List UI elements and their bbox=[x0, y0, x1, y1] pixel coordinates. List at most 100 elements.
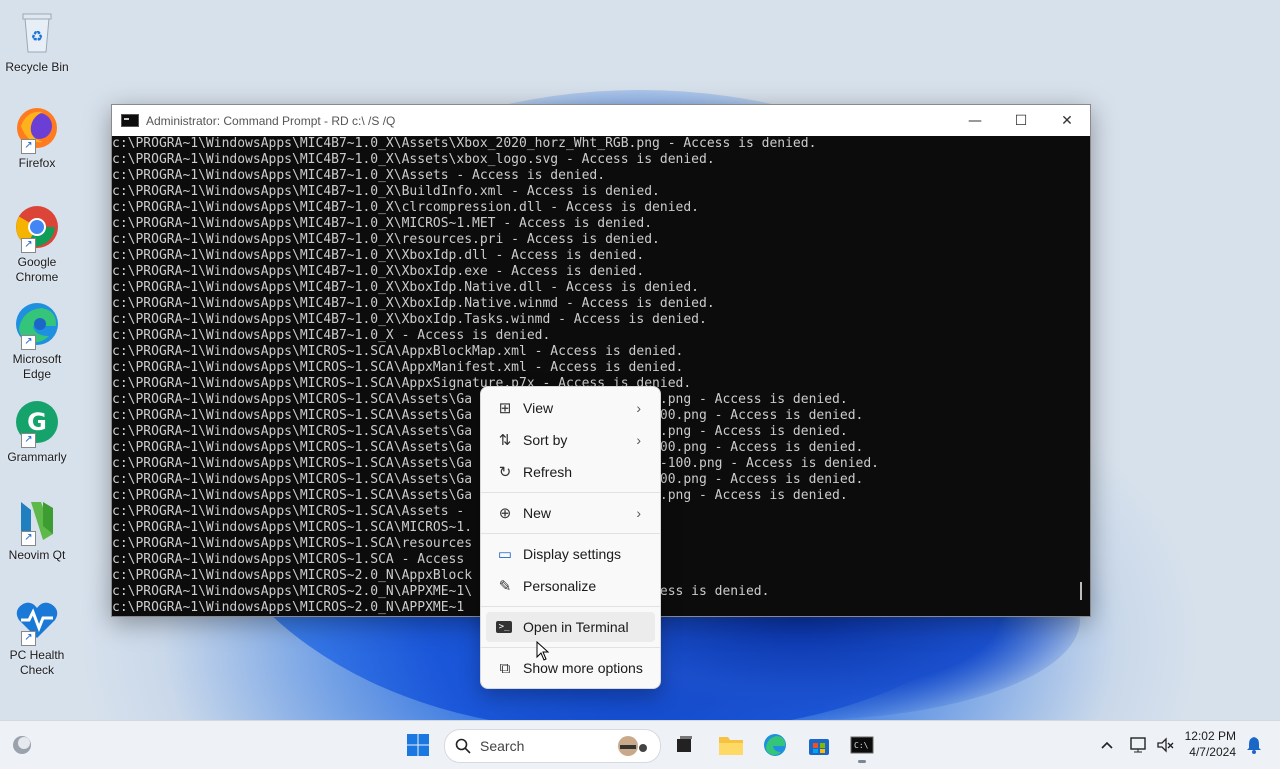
scrollbar-thumb[interactable] bbox=[1080, 582, 1082, 600]
shortcut-arrow-icon: ↗ bbox=[21, 335, 36, 350]
terminal-line: c:\PROGRA~1\WindowsApps\MIC4B7~1.0_X\Ass… bbox=[112, 168, 606, 183]
desktop-context-menu: ⊞ View › ⇅ Sort by › ↻ Refresh ⊕ New › ▭… bbox=[480, 386, 661, 689]
desktop-icon-label: Neovim Qt bbox=[8, 548, 66, 562]
notification-bell-icon[interactable] bbox=[1240, 731, 1268, 759]
search-icon bbox=[455, 738, 471, 754]
edge-icon: ↗ bbox=[13, 300, 61, 350]
terminal-line: c:\PROGRA~1\WindowsApps\MIC4B7~1.0_X\clr… bbox=[112, 200, 699, 215]
health-heart-icon: ↗ bbox=[13, 596, 61, 646]
menu-separator bbox=[481, 492, 660, 493]
search-highlight-icon bbox=[618, 736, 647, 756]
volume-muted-icon[interactable] bbox=[1151, 731, 1179, 759]
task-view-icon[interactable] bbox=[670, 731, 698, 759]
maximize-button[interactable]: ☐ bbox=[998, 105, 1044, 136]
desktop-icon-pc-health-check[interactable]: ↗ PC Health Check bbox=[2, 596, 72, 678]
menu-item-label: New bbox=[523, 505, 552, 521]
terminal-line: c:\PROGRA~1\WindowsApps\MIC4B7~1.0_X\Xbo… bbox=[112, 264, 645, 279]
menu-item-label: View bbox=[523, 400, 554, 416]
menu-item-new[interactable]: ⊕ New › bbox=[486, 498, 655, 528]
grammarly-icon: G ↗ bbox=[13, 398, 61, 448]
window-titlebar[interactable]: Administrator: Command Prompt - RD c:\ /… bbox=[112, 105, 1090, 136]
sort-icon: ⇅ bbox=[498, 432, 512, 449]
taskbar-search-box[interactable]: Search bbox=[444, 729, 661, 763]
microsoft-store-icon[interactable] bbox=[805, 731, 833, 759]
refresh-icon: ↻ bbox=[498, 464, 512, 481]
terminal-line: c:\PROGRA~1\WindowsApps\MICROS~1.SCA\App… bbox=[112, 344, 684, 359]
display-icon: ▭ bbox=[497, 546, 513, 563]
menu-item-label: Open in Terminal bbox=[523, 619, 629, 635]
mouse-pointer-icon bbox=[536, 641, 550, 661]
chevron-up-icon[interactable] bbox=[1093, 731, 1121, 759]
desktop-icon-grammarly[interactable]: G ↗ Grammarly bbox=[2, 398, 72, 465]
recycle-bin-icon: ♻ bbox=[13, 8, 61, 56]
terminal-line: c:\PROGRA~1\WindowsApps\MIC4B7~1.0_X\Ass… bbox=[112, 136, 817, 151]
menu-item-label: Show more options bbox=[523, 660, 643, 676]
menu-item-label: Display settings bbox=[523, 546, 622, 562]
taskbar-clock[interactable]: 12:02 PM 4/7/2024 bbox=[1185, 728, 1236, 760]
terminal-line: c:\PROGRA~1\WindowsApps\MIC4B7~1.0_X\Xbo… bbox=[112, 296, 715, 311]
menu-item-label: Refresh bbox=[523, 464, 573, 480]
taskbar: Search C:\ 12:02 PM 4/7/2024 bbox=[0, 720, 1280, 769]
edge-taskbar-icon[interactable] bbox=[761, 731, 789, 759]
menu-separator bbox=[481, 533, 660, 534]
firefox-icon: ↗ bbox=[13, 104, 61, 154]
chevron-right-icon: › bbox=[636, 505, 641, 521]
terminal-line: c:\PROGRA~1\WindowsApps\MIC4B7~1.0_X\Xbo… bbox=[112, 312, 707, 327]
menu-item-view[interactable]: ⊞ View › bbox=[486, 393, 655, 423]
desktop-icon-chrome[interactable]: ↗ Google Chrome bbox=[2, 203, 72, 285]
search-placeholder: Search bbox=[480, 738, 525, 754]
command-prompt-taskbar-icon[interactable]: C:\ bbox=[848, 731, 876, 763]
file-explorer-icon[interactable] bbox=[717, 731, 745, 759]
clock-time: 12:02 PM bbox=[1184, 729, 1236, 743]
desktop-icon-edge[interactable]: ↗ Microsoft Edge bbox=[2, 300, 72, 382]
terminal-line: c:\PROGRA~1\WindowsApps\MICROS~1.SCA\App… bbox=[112, 360, 684, 375]
shortcut-arrow-icon: ↗ bbox=[21, 433, 36, 448]
desktop-icon-label: Microsoft Edge bbox=[12, 352, 62, 381]
terminal-line: c:\PROGRA~1\WindowsApps\MIC4B7~1.0_X\res… bbox=[112, 232, 660, 247]
more-options-icon: ⧉ bbox=[499, 659, 511, 677]
shortcut-arrow-icon: ↗ bbox=[21, 238, 36, 253]
terminal-line: c:\PROGRA~1\WindowsApps\MIC4B7~1.0_X\Xbo… bbox=[112, 248, 645, 263]
menu-item-label: Personalize bbox=[523, 578, 597, 594]
chrome-icon: ↗ bbox=[13, 203, 61, 253]
terminal-line: c:\PROGRA~1\WindowsApps\MIC4B7~1.0_X - A… bbox=[112, 328, 551, 343]
menu-separator bbox=[481, 606, 660, 607]
desktop-icon-label: Recycle Bin bbox=[5, 60, 69, 74]
minimize-button[interactable]: — bbox=[952, 105, 998, 136]
desktop-icon-label: PC Health Check bbox=[9, 648, 65, 677]
menu-separator bbox=[481, 647, 660, 648]
menu-item-show-more-options[interactable]: ⧉ Show more options bbox=[486, 653, 655, 683]
terminal-icon: >_ bbox=[496, 621, 512, 633]
terminal-line: c:\PROGRA~1\WindowsApps\MIC4B7~1.0_X\Xbo… bbox=[112, 280, 699, 295]
desktop-icon-recycle-bin[interactable]: ♻ Recycle Bin bbox=[2, 8, 72, 75]
start-button[interactable] bbox=[404, 731, 432, 759]
terminal-line: c:\PROGRA~1\WindowsApps\MIC4B7~1.0_X\MIC… bbox=[112, 216, 653, 231]
plus-circle-icon: ⊕ bbox=[498, 505, 512, 522]
widgets-icon[interactable] bbox=[8, 731, 36, 759]
menu-item-open-in-terminal[interactable]: >_ Open in Terminal bbox=[486, 612, 655, 642]
svg-text:C:\: C:\ bbox=[854, 741, 869, 750]
running-indicator bbox=[858, 760, 866, 763]
menu-item-label: Sort by bbox=[523, 432, 568, 448]
neovim-icon: ↗ bbox=[13, 496, 61, 546]
desktop-icon-label: Google Chrome bbox=[15, 255, 59, 284]
desktop-icon-neovim[interactable]: ↗ Neovim Qt bbox=[2, 496, 72, 563]
cmd-app-icon bbox=[121, 114, 139, 127]
menu-item-refresh[interactable]: ↻ Refresh bbox=[486, 457, 655, 487]
network-icon[interactable] bbox=[1125, 731, 1153, 759]
shortcut-arrow-icon: ↗ bbox=[21, 631, 36, 646]
window-title: Administrator: Command Prompt - RD c:\ /… bbox=[146, 113, 396, 128]
menu-item-display-settings[interactable]: ▭ Display settings bbox=[486, 539, 655, 569]
desktop-icon-label: Firefox bbox=[18, 156, 56, 170]
close-button[interactable]: ✕ bbox=[1044, 105, 1090, 136]
menu-item-personalize[interactable]: ✎ Personalize bbox=[486, 571, 655, 601]
desktop-icon-firefox[interactable]: ↗ Firefox bbox=[2, 104, 72, 171]
svg-text:G: G bbox=[27, 408, 47, 436]
shortcut-arrow-icon: ↗ bbox=[21, 531, 36, 546]
svg-text:♻: ♻ bbox=[31, 29, 44, 45]
chevron-right-icon: › bbox=[636, 432, 641, 448]
desktop-icon-label: Grammarly bbox=[7, 450, 67, 464]
grid-icon: ⊞ bbox=[498, 400, 512, 417]
brush-icon: ✎ bbox=[498, 578, 512, 595]
menu-item-sort-by[interactable]: ⇅ Sort by › bbox=[486, 425, 655, 455]
